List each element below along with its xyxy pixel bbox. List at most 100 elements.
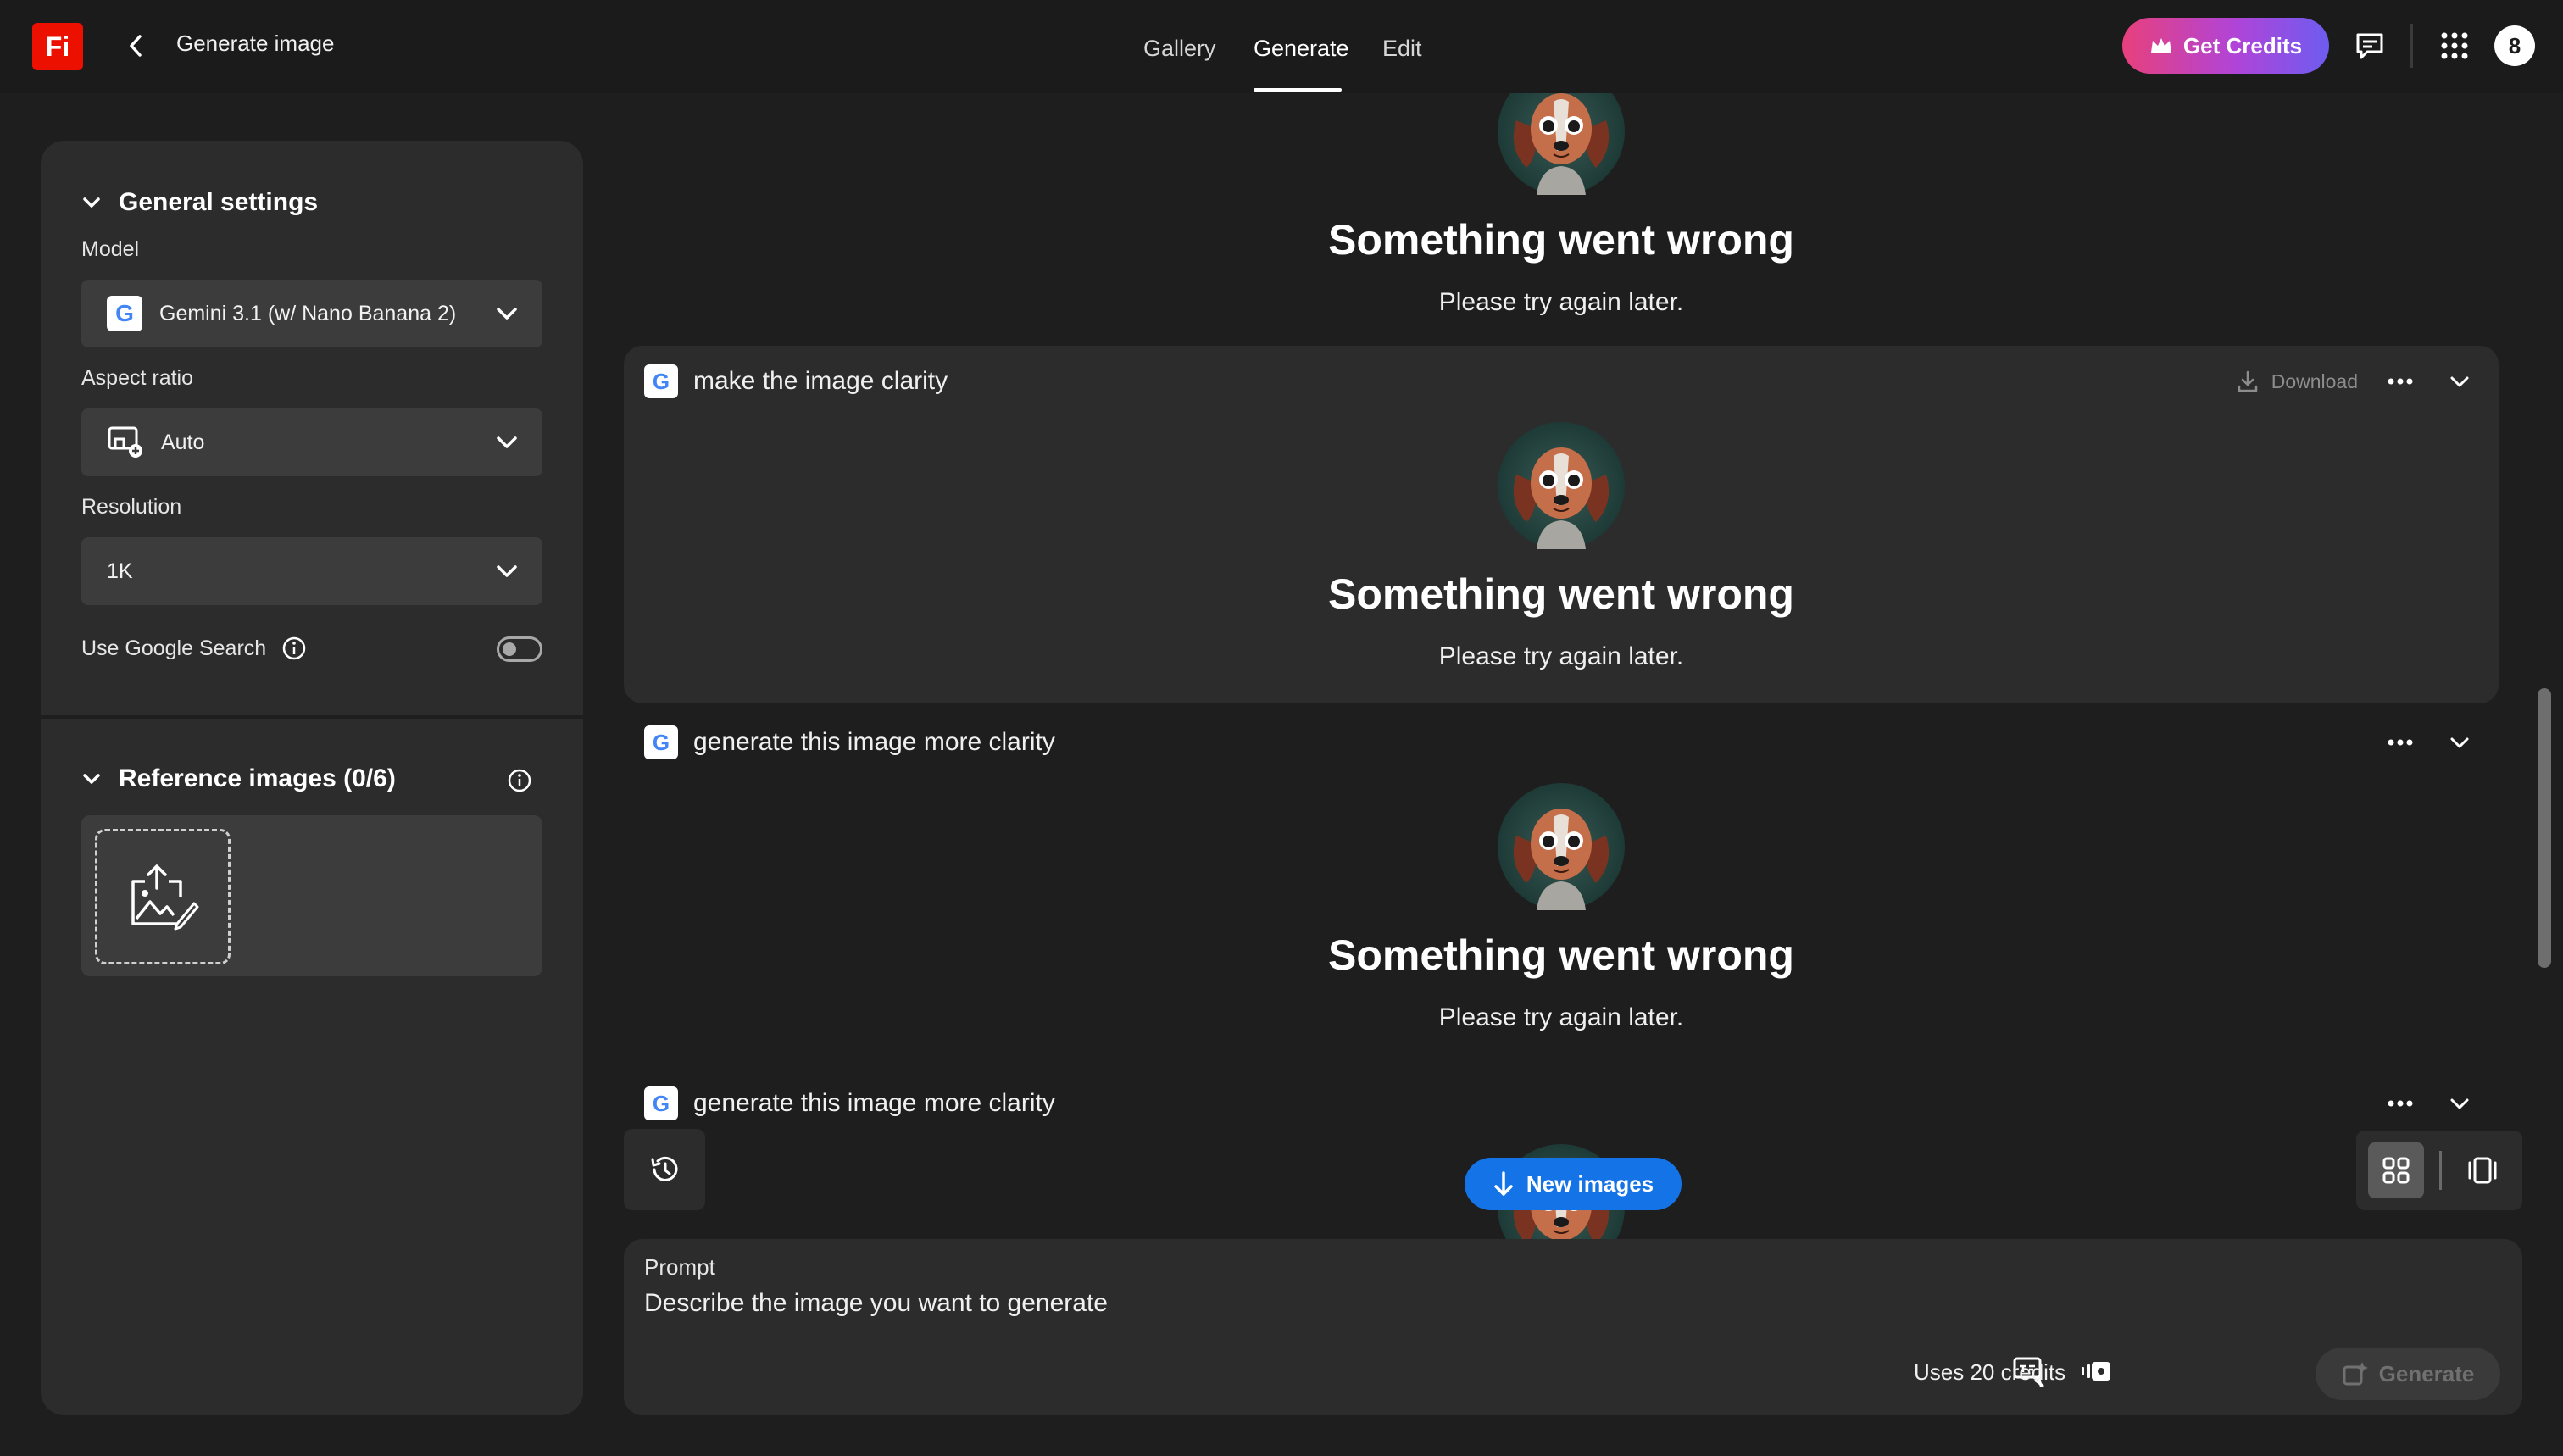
feed-scrollbar[interactable]: [2538, 688, 2551, 968]
more-icon: [2388, 1100, 2413, 1107]
grid-view-button[interactable]: [2368, 1142, 2424, 1198]
general-settings-title: General settings: [119, 188, 319, 216]
card-actions: [2383, 1086, 2477, 1120]
error-title: Something went wrong: [1328, 570, 1794, 618]
generation-card[interactable]: G make the image clarity Download Someth…: [624, 346, 2499, 703]
error-message: Please try again later.: [1438, 1003, 1684, 1031]
google-search-toggle[interactable]: [497, 636, 542, 662]
app-logo[interactable]: Fi: [32, 23, 83, 70]
expand-button[interactable]: [2443, 364, 2477, 398]
back-button[interactable]: [119, 25, 153, 66]
toggle-knob: [503, 642, 516, 656]
section-divider: [41, 715, 583, 719]
generate-icon: [2343, 1362, 2368, 1386]
card-header: G generate this image more clarity: [644, 1086, 1055, 1120]
credits-cost-label: Uses 20 credits: [1914, 1359, 2066, 1385]
single-view-button[interactable]: [2455, 1142, 2510, 1198]
apps-grid-icon: [2441, 32, 2468, 59]
history-icon: [651, 1156, 678, 1181]
card-header: G make the image clarity: [644, 364, 948, 398]
page-title: Generate image: [176, 31, 335, 56]
new-images-label: New images: [1526, 1170, 1654, 1197]
aspect-ratio-icon: [108, 426, 142, 458]
header-divider: [2410, 24, 2413, 68]
get-credits-button[interactable]: Get Credits: [2122, 18, 2329, 74]
resolution-value: 1K: [107, 559, 133, 583]
resolution-select[interactable]: 1K: [81, 537, 542, 605]
aspect-ratio-label: Aspect ratio: [81, 366, 194, 390]
model-select[interactable]: G Gemini 3.1 (w/ Nano Banana 2): [81, 280, 542, 347]
card-prompt: make the image clarity: [693, 367, 948, 395]
chevron-down-icon: [83, 197, 100, 208]
arrow-down-icon: [1494, 1171, 1513, 1196]
active-tab-indicator: [1254, 88, 1342, 92]
single-view-icon: [2468, 1157, 2497, 1184]
style-button[interactable]: [2078, 1354, 2115, 1388]
error-dog-image: [1498, 93, 1625, 195]
new-images-button[interactable]: New images: [1465, 1158, 1682, 1210]
more-icon: [2388, 378, 2413, 385]
resolution-label: Resolution: [81, 495, 182, 519]
expand-button[interactable]: [2443, 725, 2477, 759]
more-icon: [2388, 739, 2413, 746]
aspect-ratio-select[interactable]: Auto: [81, 408, 542, 476]
generate-button[interactable]: Generate: [2316, 1348, 2500, 1400]
error-title: Something went wrong: [1328, 216, 1794, 264]
grid-view-icon: [2382, 1157, 2410, 1184]
model-value: Gemini 3.1 (w/ Nano Banana 2): [159, 301, 457, 325]
feedback-button[interactable]: [2349, 25, 2390, 66]
chevron-down-icon: [2450, 376, 2469, 387]
prompt-input[interactable]: [644, 1285, 2000, 1322]
google-search-label: Use Google Search: [81, 636, 267, 660]
expand-button[interactable]: [2443, 1086, 2477, 1120]
card-header: G generate this image more clarity: [644, 725, 1055, 759]
tab-generate[interactable]: Generate: [1254, 36, 1349, 62]
reference-images-header[interactable]: Reference images (0/6): [81, 764, 396, 793]
generation-card[interactable]: G generate this image more clarity Somet…: [624, 707, 2499, 1064]
chevron-down-icon: [83, 774, 100, 784]
download-label: Download: [2271, 370, 2358, 392]
get-credits-label: Get Credits: [2182, 32, 2303, 58]
upload-reference-button[interactable]: [95, 829, 231, 964]
google-icon: G: [107, 296, 142, 331]
card-actions: [2383, 725, 2477, 759]
chevron-down-icon: [497, 565, 517, 577]
apps-button[interactable]: [2434, 25, 2475, 66]
error-message: Please try again later.: [1438, 288, 1684, 316]
prompt-panel: Prompt Uses 20 credits Generate: [624, 1239, 2522, 1415]
tab-edit[interactable]: Edit: [1382, 36, 1422, 62]
user-avatar[interactable]: 8: [2494, 25, 2535, 66]
more-button[interactable]: [2383, 1086, 2417, 1120]
google-search-row: Use Google Search: [81, 636, 307, 661]
download-button[interactable]: Download: [2236, 370, 2358, 393]
chevron-down-icon: [497, 436, 517, 448]
generation-card[interactable]: G generate this image more clarity: [624, 1068, 2499, 1242]
card-prompt: generate this image more clarity: [693, 728, 1055, 756]
prompt-label: Prompt: [644, 1254, 715, 1280]
card-prompt: generate this image more clarity: [693, 1089, 1055, 1117]
top-header: Fi Generate image Gallery Generate Edit …: [0, 0, 2563, 93]
history-button[interactable]: [624, 1129, 705, 1210]
crown-icon: [2150, 38, 2171, 53]
google-icon: G: [644, 364, 678, 398]
reference-images-area: [81, 815, 542, 976]
style-icon: [2082, 1362, 2110, 1381]
info-icon[interactable]: [281, 636, 307, 661]
more-button[interactable]: [2383, 725, 2417, 759]
view-toggle-divider: [2439, 1151, 2442, 1190]
generate-label: Generate: [2378, 1360, 2475, 1387]
more-button[interactable]: [2383, 364, 2417, 398]
settings-sidebar: General settings Model G Gemini 3.1 (w/ …: [41, 141, 583, 1415]
download-icon: [2238, 370, 2257, 392]
chevron-down-icon: [2450, 737, 2469, 748]
aspect-ratio-value: Auto: [161, 430, 205, 454]
general-settings-header[interactable]: General settings: [81, 188, 318, 217]
info-icon[interactable]: [507, 768, 532, 793]
chat-icon: [2356, 33, 2383, 59]
google-icon: G: [644, 725, 678, 759]
upload-image-icon: [131, 864, 199, 931]
tab-gallery[interactable]: Gallery: [1143, 36, 1216, 62]
error-title: Something went wrong: [1328, 931, 1794, 979]
chevron-down-icon: [497, 308, 517, 320]
back-chevron-icon: [130, 35, 142, 57]
